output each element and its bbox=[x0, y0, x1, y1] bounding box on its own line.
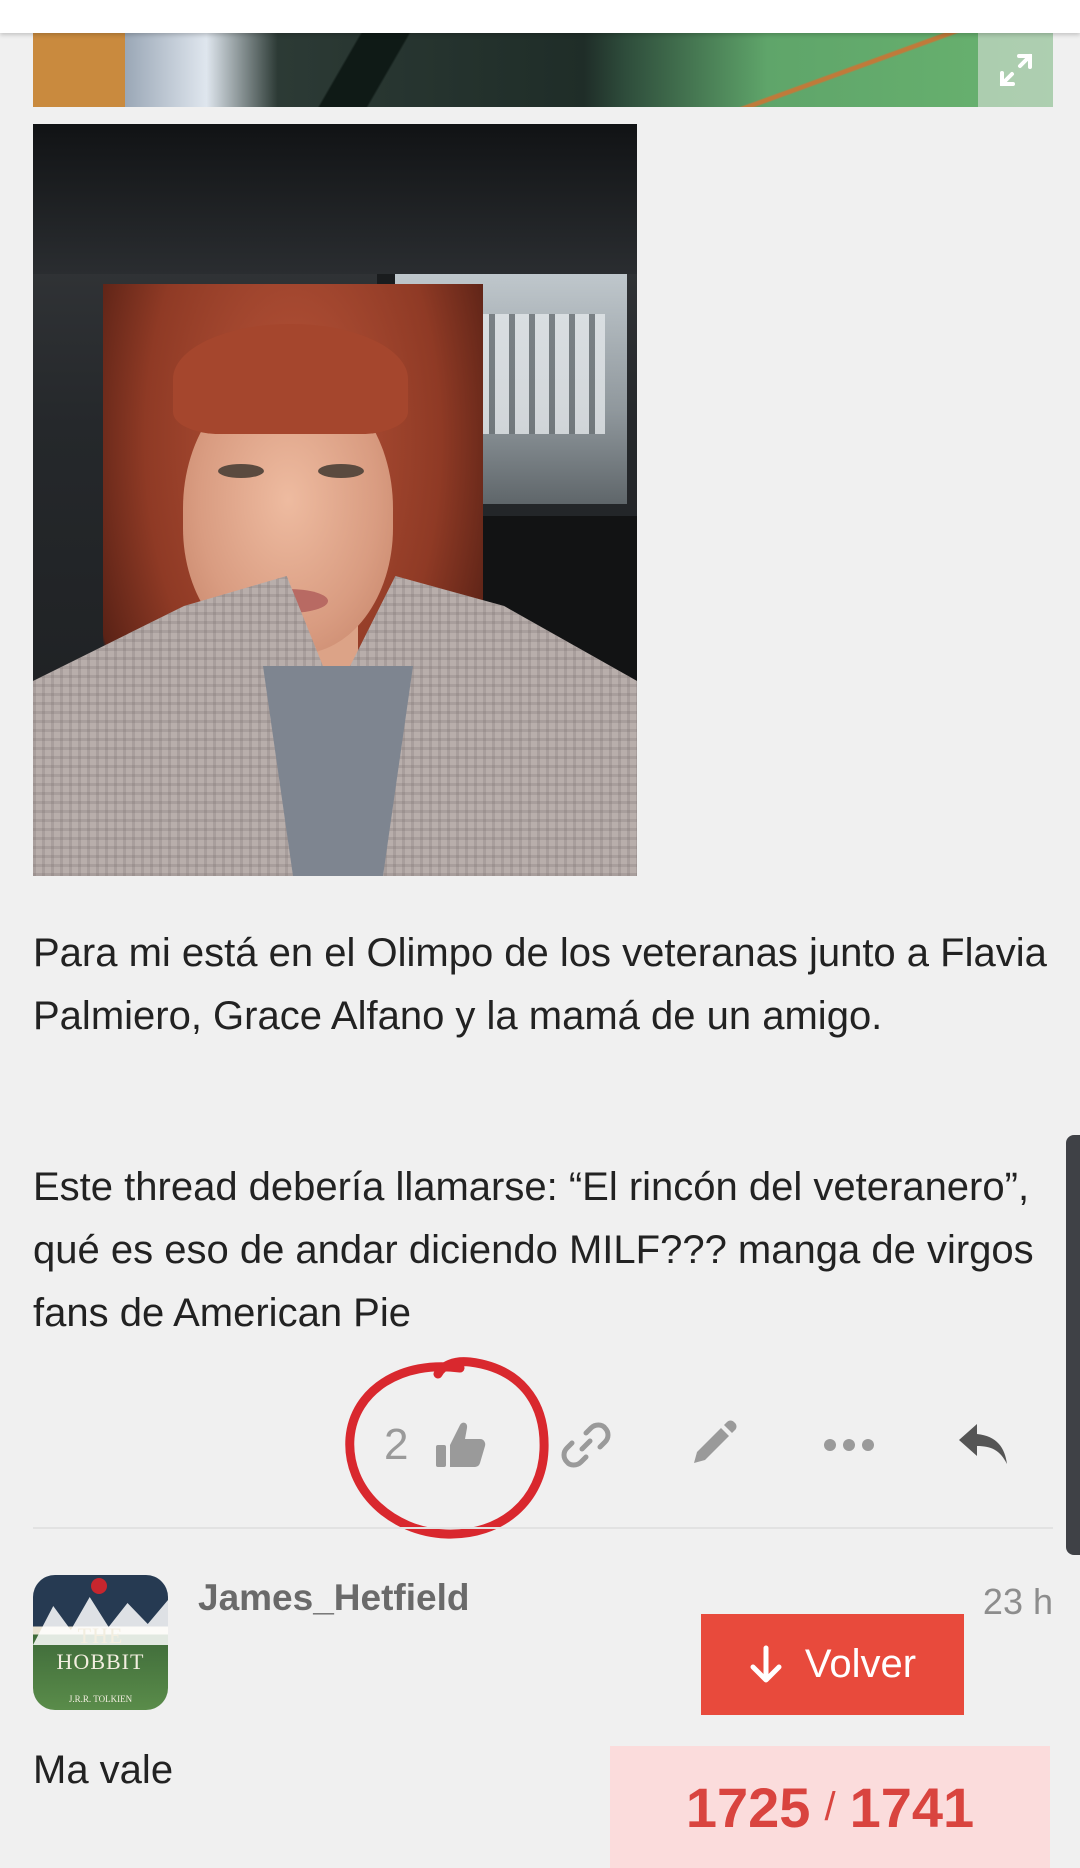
more-options-button[interactable] bbox=[822, 1410, 882, 1480]
thumbs-up-icon bbox=[436, 1422, 486, 1467]
arrow-down-icon bbox=[750, 1645, 782, 1682]
current-post-number: 1725 bbox=[685, 1775, 811, 1839]
post-paragraph: Para mi está en el Olimpo de los veteran… bbox=[33, 931, 1047, 1038]
link-icon bbox=[561, 1422, 611, 1468]
total-post-count: 1741 bbox=[849, 1775, 975, 1839]
image-background bbox=[33, 124, 637, 274]
post-username[interactable]: James_Hetfield bbox=[198, 1575, 469, 1621]
image-subject bbox=[173, 324, 408, 434]
post-paragraph: Ma vale bbox=[33, 1748, 174, 1792]
post-paragraph: Este thread debería llamarse: “El rincón… bbox=[33, 1165, 1034, 1335]
avatar-art bbox=[91, 1578, 107, 1594]
like-count[interactable]: 2 bbox=[384, 1418, 408, 1472]
avatar-title: THE HOBBIT bbox=[56, 1623, 145, 1674]
reply-button[interactable] bbox=[955, 1410, 1015, 1480]
previous-post-image[interactable] bbox=[33, 33, 1053, 107]
back-button[interactable]: Volver bbox=[701, 1614, 964, 1715]
pencil-icon bbox=[694, 1420, 737, 1463]
progress-separator: / bbox=[824, 1784, 836, 1829]
scrollbar-thumb[interactable] bbox=[1066, 1135, 1080, 1555]
expand-icon bbox=[999, 54, 1032, 86]
image-subject bbox=[318, 464, 364, 478]
post-progress-indicator[interactable]: 1725 / 1741 bbox=[610, 1746, 1050, 1868]
top-bar bbox=[0, 0, 1080, 33]
image-shape bbox=[733, 33, 993, 107]
copy-link-button[interactable] bbox=[560, 1410, 620, 1480]
post-divider bbox=[33, 1527, 1053, 1529]
post-image[interactable] bbox=[33, 124, 637, 876]
edit-button[interactable] bbox=[686, 1410, 746, 1480]
avatar-author: J.R.R. TOLKIEN bbox=[68, 1694, 133, 1704]
reply-icon bbox=[959, 1424, 1007, 1464]
post-timestamp[interactable]: 23 h bbox=[983, 1580, 1053, 1624]
expand-image-button[interactable] bbox=[978, 33, 1053, 107]
image-subject bbox=[218, 464, 264, 478]
post-actions: 2 bbox=[0, 1410, 1080, 1480]
ellipsis-icon bbox=[824, 1439, 874, 1451]
like-button[interactable] bbox=[432, 1410, 492, 1480]
back-button-label: Volver bbox=[804, 1642, 917, 1686]
image-shape bbox=[263, 33, 463, 107]
user-avatar[interactable]: THE HOBBIT J.R.R. TOLKIEN bbox=[33, 1575, 168, 1710]
